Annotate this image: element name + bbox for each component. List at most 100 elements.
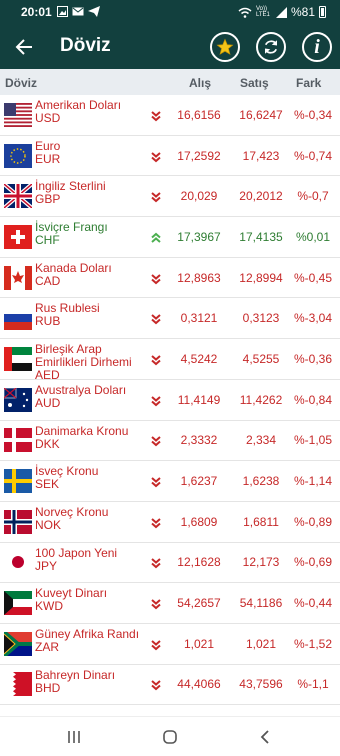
currency-row-aed[interactable]: Birleşik Arap Emirlikleri Dirhemi AED 4,52… — [0, 339, 340, 382]
sell-price: 1,6238 — [242, 474, 280, 489]
sell-price: 16,6247 — [239, 107, 283, 122]
currency-name: 100 Japon Yeni — [35, 545, 118, 560]
currency-label: Norveç Kronu NOK — [35, 504, 153, 532]
buy-price: 12,8963 — [177, 270, 221, 285]
battery-icon — [319, 6, 326, 18]
flag-icon-ae — [4, 346, 32, 371]
currency-row-aud[interactable]: Avustralya Doları AUD 11,4149 11,4262 %-0,84 — [0, 380, 340, 421]
info-button[interactable]: i — [302, 32, 332, 62]
currency-row-bhd[interactable]: Bahreyn Dinarı BHD 44,4066 43,7596 %-1,1 — [0, 665, 340, 706]
currency-name: Kanada Doları — [35, 260, 112, 275]
buy-price: 1,021 — [183, 636, 215, 651]
back-button[interactable] — [12, 33, 36, 61]
currency-label: Rus Rublesi RUB — [35, 302, 153, 328]
back-nav-button[interactable] — [250, 727, 280, 747]
currency-code: BHD — [35, 680, 61, 695]
flag-icon-kw — [4, 591, 32, 616]
flag-icon-ru — [4, 306, 32, 331]
currency-label: Amerikan Doları USD — [35, 99, 153, 125]
buy-price: 0,3121 — [180, 311, 218, 326]
currency-row-cad[interactable]: Kanada Doları CAD 12,8963 12,8994 %-0,45 — [0, 258, 340, 299]
chevron-double-down-icon — [150, 150, 162, 162]
currency-row-usd[interactable]: Amerikan Doları USD 16,6156 16,6247 %-0,34 — [0, 95, 340, 136]
change-percent: %-3,04 — [293, 311, 333, 326]
header-diff: Fark — [296, 76, 322, 90]
chevron-double-down-icon — [150, 109, 162, 122]
battery-percent: %81 — [290, 5, 315, 19]
currency-code: ZAR — [35, 639, 59, 654]
sell-price: 17,423 — [242, 148, 280, 163]
flag-icon-uk — [4, 184, 32, 209]
page-title: Döviz — [60, 35, 111, 56]
flag-icon-au — [4, 387, 32, 412]
wifi-icon — [238, 7, 252, 18]
sell-price: 43,7596 — [239, 677, 283, 692]
currency-code: SEK — [35, 477, 60, 492]
change-percent: %-0,74 — [293, 148, 333, 163]
currency-label: Kuveyt Dinarı KWD — [35, 587, 153, 613]
arrow-left-icon — [15, 39, 32, 55]
flag-icon-se — [4, 469, 32, 494]
buy-price: 11,4149 — [177, 392, 221, 407]
currency-label: 100 Japon Yeni JPY — [35, 545, 153, 573]
change-percent: %-0,45 — [293, 270, 333, 285]
star-icon — [216, 38, 234, 55]
currency-row-zar[interactable]: Güney Afrika Randı ZAR 1,021 1,021 %-1,52 — [0, 624, 340, 665]
buy-price: 17,2592 — [177, 148, 221, 163]
currency-code: CAD — [35, 273, 61, 288]
currency-row-kwd[interactable]: Kuveyt Dinarı KWD 54,2657 54,1186 %-0,44 — [0, 583, 340, 624]
currency-label: İngiliz Sterlini GBP — [35, 180, 153, 206]
currency-row-chf[interactable]: İsviçre Frangı CHF 17,3967 17,4135 %0,01 — [0, 217, 340, 258]
system-nav-bar — [0, 716, 340, 756]
currency-row-dkk[interactable]: Danimarka Kronu DKK 2,3332 2,334 %-1,05 — [0, 421, 340, 462]
home-icon — [163, 730, 177, 744]
currency-code: EUR — [35, 151, 61, 166]
currency-row-sek[interactable]: İsveç Kronu SEK 1,6237 1,6238 %-1,14 — [0, 461, 340, 502]
buy-price: 54,2657 — [177, 596, 221, 611]
currency-code: GBP — [35, 192, 61, 207]
change-percent: %0,01 — [295, 229, 331, 244]
status-time: 20:01 — [21, 5, 52, 19]
recents-button[interactable] — [59, 727, 89, 747]
currency-row-gbp[interactable]: İngiliz Sterlini GBP 20,029 20,2012 %-0,7 — [0, 176, 340, 218]
currency-row-eur[interactable]: Euro EUR 17,2592 17,423 %-0,74 — [0, 136, 340, 177]
currency-row-rub[interactable]: Rus Rublesi RUB 0,3121 0,3123 %-3,04 — [0, 298, 340, 340]
flag-icon-bh — [4, 672, 32, 697]
flag-icon-za — [4, 631, 32, 656]
currency-label: İsviçre Frangı CHF — [35, 221, 153, 247]
chevron-double-down-icon — [150, 190, 162, 203]
home-button[interactable] — [155, 727, 185, 747]
flag-icon-eu — [4, 143, 32, 168]
currency-name: Danimarka Kronu — [35, 423, 129, 438]
status-notification-icons — [57, 6, 100, 17]
chevron-double-down-icon — [150, 678, 162, 691]
buy-price: 12,1628 — [177, 555, 221, 570]
chevron-double-down-icon — [150, 556, 162, 569]
change-percent: %-1,14 — [293, 474, 333, 489]
telegram-icon — [88, 6, 100, 17]
buy-price: 20,029 — [180, 189, 218, 204]
refresh-button[interactable] — [256, 32, 286, 62]
buy-price: 1,6809 — [180, 514, 218, 529]
currency-row-nok[interactable]: Norveç Kronu NOK 1,6809 1,6811 %-0,89 — [0, 502, 340, 543]
currency-name: Bahreyn Dinarı — [35, 667, 116, 682]
currency-row-jpy[interactable]: 100 Japon Yeni JPY 12,1628 12,173 %-0,69 — [0, 543, 340, 584]
change-percent: %-1,52 — [293, 636, 333, 651]
currency-name: Avustralya Doları — [35, 382, 127, 397]
chevron-double-down-icon — [150, 597, 162, 610]
currency-name: Norveç Kronu — [35, 504, 109, 519]
header-sell: Satış — [240, 76, 269, 90]
sell-price: 1,021 — [245, 636, 277, 651]
flag-icon-usa — [4, 102, 32, 127]
favorites-button[interactable] — [210, 32, 240, 62]
currency-name: Güney Afrika Randı — [35, 626, 140, 641]
info-icon: i — [314, 35, 320, 58]
change-percent: %-0,69 — [293, 555, 333, 570]
change-percent: %-1,05 — [293, 433, 333, 448]
change-percent: %-1,1 — [297, 677, 329, 692]
sell-price: 1,6811 — [243, 514, 279, 529]
currency-name: Birleşik Arap Emirlikleri Dirhemi — [35, 342, 132, 370]
chevron-double-down-icon — [150, 475, 162, 488]
flag-icon-no — [4, 509, 32, 534]
chevron-double-down-icon — [150, 638, 162, 651]
